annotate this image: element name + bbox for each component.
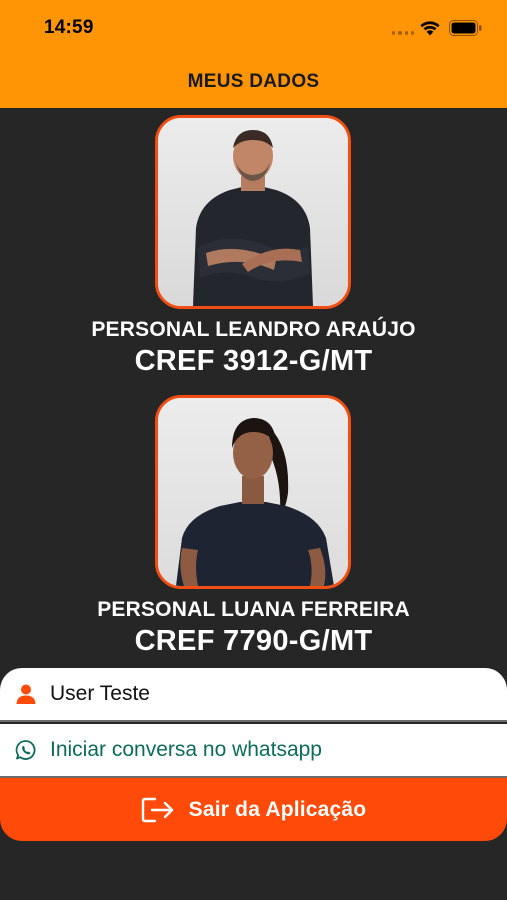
trainer-name: PERSONAL LEANDRO ARAÚJO	[91, 318, 416, 341]
account-panel: User Teste Iniciar conversa no whatsapp …	[0, 668, 507, 900]
logout-content: Sair da Aplicação	[141, 796, 367, 824]
logout-icon	[141, 797, 173, 822]
trainer-photo-image	[158, 398, 348, 586]
user-row: User Teste	[0, 668, 507, 722]
page-title: MEUS DADOS	[187, 71, 320, 92]
user-icon	[16, 684, 36, 704]
trainer-photo-leandro	[155, 115, 351, 309]
whatsapp-icon	[15, 740, 36, 760]
wifi-icon	[420, 21, 440, 36]
status-dots-icon	[392, 31, 414, 35]
battery-icon	[449, 20, 482, 36]
status-time: 14:59	[44, 17, 94, 38]
trainer-name: PERSONAL LUANA FERREIRA	[97, 598, 410, 621]
user-name-label: User Teste	[50, 682, 150, 705]
trainer-photo-image	[158, 118, 348, 306]
trainer-cref: CREF 3912-G/MT	[134, 345, 373, 377]
logout-button[interactable]: Sair da Aplicação	[0, 778, 507, 841]
whatsapp-chat-button[interactable]: Iniciar conversa no whatsapp	[0, 724, 507, 778]
profile-screen: 14:59 MEUS DADOS PERSONAL LEANDRO ARAÚJO…	[0, 0, 507, 900]
logout-label: Sair da Aplicação	[188, 797, 367, 821]
trainer-cref: CREF 7790-G/MT	[134, 625, 373, 657]
whatsapp-chat-label: Iniciar conversa no whatsapp	[50, 738, 322, 761]
trainer-photo-luana	[155, 395, 351, 589]
app-header: 14:59 MEUS DADOS	[0, 0, 507, 108]
